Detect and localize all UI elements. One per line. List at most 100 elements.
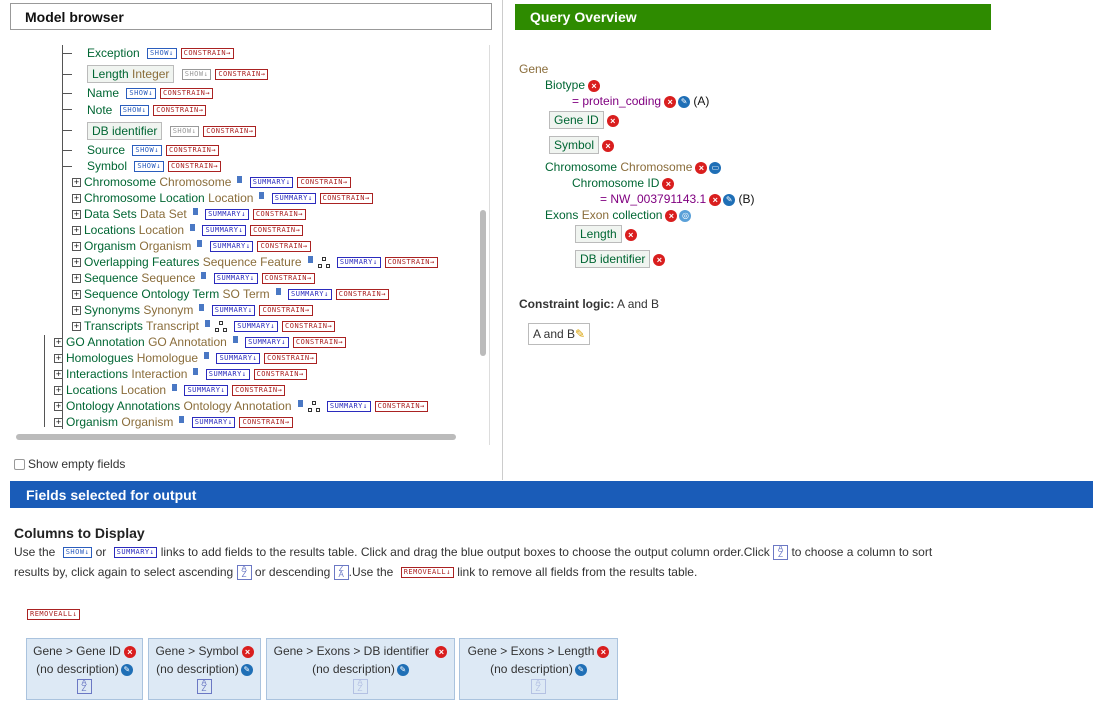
expand-icon[interactable]: + [72,322,81,332]
tree-ref-chromosome[interactable]: + Chromosome Chromosome SUMMARY↓ CONSTRAIN… [72,174,351,190]
remove-icon[interactable]: × [665,209,678,222]
expand-icon[interactable]: + [72,258,81,268]
tree-ref-organism[interactable]: + Organism Organism SUMMARY↓ CONSTRAIN→ [72,238,311,254]
tree-ref-synonyms[interactable]: + Synonyms Synonym SUMMARY↓ CONSTRAIN→ [72,302,313,318]
tree-ref-chromosome-location[interactable]: + Chromosome Location Location SUMMARY↓ CO… [72,190,373,206]
symbol-box[interactable]: Symbol [549,136,600,154]
show-button[interactable]: SHOW↓ [181,69,212,81]
constrain-button[interactable]: CONSTRAIN→ [319,193,373,205]
constrain-button[interactable]: CONSTRAIN→ [261,273,315,285]
remove-icon[interactable]: × [602,139,615,152]
constrain-button[interactable]: CONSTRAIN→ [159,88,214,100]
network-icon[interactable] [307,400,320,413]
remove-icon[interactable]: × [597,645,610,658]
summary-button[interactable]: SUMMARY↓ [213,273,258,285]
output-column-gene-id[interactable]: Gene > Gene ID × (no description) ✎ AZ [26,638,143,700]
constrain-button[interactable]: CONSTRAIN→ [297,177,351,189]
summary-button[interactable]: SUMMARY↓ [336,257,381,269]
constrain-button[interactable]: CONSTRAIN→ [282,321,336,333]
expand-icon[interactable]: + [54,370,63,380]
expand-icon[interactable]: + [54,418,63,428]
constrain-button[interactable]: CONSTRAIN→ [153,105,207,117]
show-button[interactable]: SHOW↓ [119,105,150,117]
constrain-button[interactable]: CONSTRAIN→ [167,161,222,173]
expand-icon[interactable]: + [72,290,81,300]
info-icon[interactable] [204,320,210,327]
tree-ref-data-sets[interactable]: + Data Sets Data Set SUMMARY↓ CONSTRAIN→ [72,206,306,222]
tree-ref-homologues[interactable]: + Homologues Homologue SUMMARY↓ CONSTRAIN→ [54,350,318,366]
remove-icon[interactable]: × [662,177,675,190]
info-icon[interactable] [259,192,265,199]
constrain-button[interactable]: CONSTRAIN→ [203,126,257,138]
remove-icon[interactable]: × [588,79,601,92]
network-icon[interactable] [317,256,330,269]
summary-button[interactable]: SUMMARY↓ [202,225,247,237]
sort-icon[interactable]: AZ [530,679,546,694]
remove-icon[interactable]: × [695,161,708,174]
constrain-button[interactable]: CONSTRAIN→ [180,48,234,60]
summary-button[interactable]: SUMMARY↓ [184,385,229,397]
pencil-icon[interactable]: ✎ [575,327,585,341]
info-icon[interactable] [199,304,205,311]
info-icon[interactable] [297,400,303,407]
expand-icon[interactable]: + [72,178,81,188]
output-column-exons-length[interactable]: Gene > Exons > Length × (no description) ✎… [459,638,618,700]
show-button[interactable]: SHOW↓ [169,126,200,138]
summary-button[interactable]: SUMMARY↓ [288,289,332,301]
expand-icon[interactable]: + [72,226,81,236]
summary-button[interactable]: SUMMARY↓ [209,241,254,253]
info-icon[interactable] [179,416,185,423]
show-empty-fields-checkbox[interactable]: Show empty fields [14,457,125,471]
info-icon[interactable] [237,176,243,183]
edit-icon[interactable]: ✎ [723,193,736,206]
constrain-button[interactable]: CONSTRAIN→ [239,417,293,429]
summary-button[interactable]: SUMMARY↓ [234,321,279,333]
show-button[interactable]: SHOW↓ [147,48,177,60]
edit-icon[interactable]: ✎ [396,663,409,676]
expand-icon[interactable]: + [54,386,63,396]
constrain-button[interactable]: CONSTRAIN→ [374,401,428,413]
expand-icon[interactable]: + [54,354,63,364]
show-button[interactable]: SHOW↓ [132,145,162,157]
sort-icon[interactable]: AZ [76,679,92,694]
info-icon[interactable] [192,208,198,215]
expand-icon[interactable]: + [54,402,63,412]
output-column-exons-db-identifier[interactable]: Gene > Exons > DB identifier × (no descr… [266,638,455,700]
summary-button[interactable]: SUMMARY↓ [191,417,236,429]
tree-ref-gene-organism[interactable]: + Organism Organism SUMMARY↓ CONSTRAIN→ [54,414,293,430]
expand-icon[interactable]: + [72,274,81,284]
length-box[interactable]: Length [575,225,622,243]
expand-icon[interactable]: + [72,306,81,316]
constrain-button[interactable]: CONSTRAIN→ [252,209,306,221]
tree-ref-ontology-annotations[interactable]: + Ontology Annotations Ontology Annotatio… [54,398,428,414]
expand-icon[interactable]: + [72,242,81,252]
constrain-button[interactable]: CONSTRAIN→ [215,69,269,81]
join-icon[interactable]: ▭ [709,161,722,174]
remove-icon[interactable]: × [709,193,722,206]
edit-icon[interactable]: ✎ [574,663,587,676]
sort-icon[interactable]: AZ [352,679,368,694]
network-icon[interactable] [214,320,227,333]
info-icon[interactable] [197,240,203,247]
constrain-button[interactable]: CONSTRAIN→ [335,289,389,301]
summary-button[interactable]: SUMMARY↓ [216,353,261,365]
tree-ref-sequence-ontology-term[interactable]: + Sequence Ontology Term SO Term SUMMARY↓… [72,286,389,302]
info-icon[interactable] [201,272,207,279]
info-icon[interactable] [190,224,196,231]
tree-ref-transcripts[interactable]: + Transcripts Transcript SUMMARY↓ CONSTRAI… [72,318,336,334]
info-icon[interactable] [172,384,178,391]
constrain-button[interactable]: CONSTRAIN→ [257,241,311,253]
info-icon[interactable] [204,352,210,359]
expand-icon[interactable]: + [72,210,81,220]
info-icon[interactable] [193,368,199,375]
summary-button[interactable]: SUMMARY↓ [205,369,250,381]
remove-icon[interactable]: × [435,645,448,658]
edit-icon[interactable]: ✎ [678,95,691,108]
edit-icon[interactable]: ✎ [240,663,253,676]
info-icon[interactable] [275,288,281,295]
constrain-button[interactable]: CONSTRAIN→ [259,305,313,317]
constrain-button[interactable]: CONSTRAIN→ [264,353,318,365]
tree-ref-sequence[interactable]: + Sequence Sequence SUMMARY↓ CONSTRAIN→ [72,270,315,286]
edit-icon[interactable]: ✎ [120,663,133,676]
remove-icon[interactable]: × [241,645,254,658]
